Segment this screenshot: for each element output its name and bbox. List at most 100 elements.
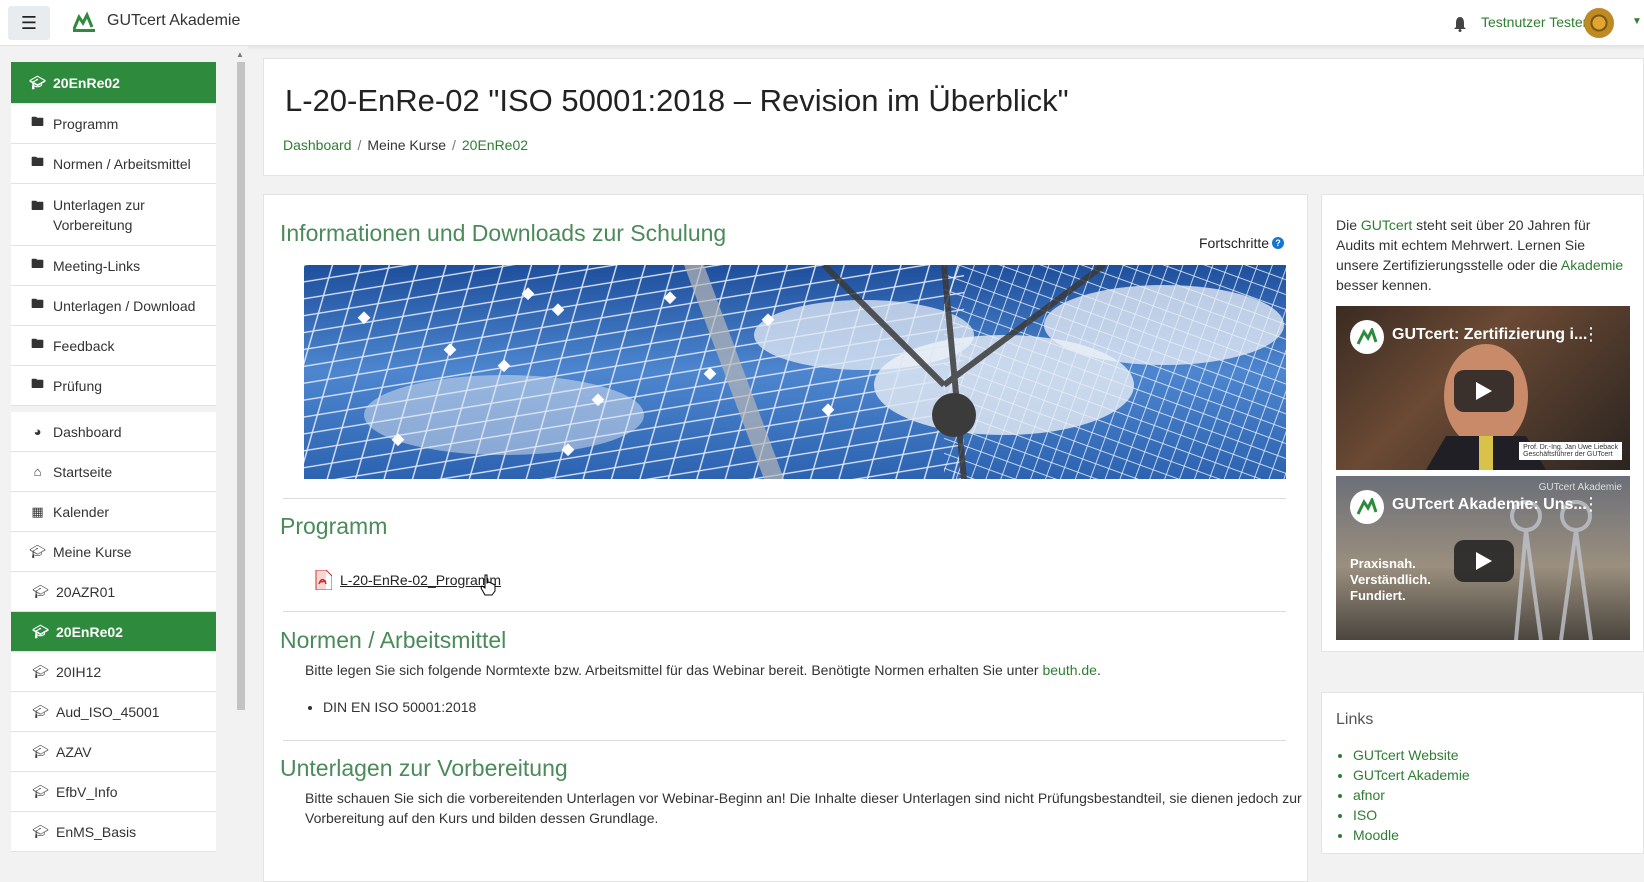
about-text-part: Die <box>1336 217 1361 233</box>
sidebar-course-item[interactable]: 🎓︎ 20AZR01 <box>11 572 216 612</box>
video-title[interactable]: GUTcert: Zertifizierung i... <box>1392 326 1587 344</box>
video-overlay-text: Praxisnah. Verständlich. Fundiert. <box>1350 556 1431 604</box>
link-gutcert-website[interactable]: GUTcert Website <box>1353 747 1459 763</box>
sidebar-item-label: Prüfung <box>53 377 103 394</box>
sidebar-item-dashboard[interactable]: ◕ Dashboard <box>11 412 216 452</box>
main-nav: ◕ Dashboard ⌂ Startseite ▦ Kalender 🎓︎ M… <box>11 412 216 852</box>
programm-file-link[interactable]: L-20-EnRe-02_Programm <box>340 572 501 588</box>
video-embed[interactable]: GUTcert: Zertifizierung i... ⋮ Prof. Dr.… <box>1336 306 1630 470</box>
sidebar-item-unterlagen-vorbereitung[interactable]: 🖿︎ Unterlagen zur Vorbereitung <box>11 184 216 246</box>
play-icon <box>1476 382 1492 400</box>
akademie-link[interactable]: Akademie <box>1561 257 1623 273</box>
breadcrumb: Dashboard / Meine Kurse / 20EnRe02 <box>283 137 528 153</box>
help-icon[interactable]: ? <box>1272 237 1285 249</box>
folder-icon: 🖿︎ <box>30 153 44 169</box>
course-content: Informationen und Downloads zur Schulung… <box>263 194 1308 882</box>
sidebar-item-normen[interactable]: 🖿︎ Normen / Arbeitsmittel <box>11 144 216 184</box>
link-moodle[interactable]: Moodle <box>1353 827 1399 843</box>
brand-logo[interactable] <box>70 11 98 35</box>
sidebar-item-meeting-links[interactable]: 🖿︎ Meeting-Links <box>11 246 216 286</box>
breadcrumb-separator: / <box>451 137 456 153</box>
progress-label: Fortschritte ? <box>1199 235 1285 251</box>
user-name[interactable]: Testnutzer Testen <box>1481 14 1590 30</box>
section-title-normen: Normen / Arbeitsmittel <box>280 627 507 653</box>
play-button[interactable] <box>1454 540 1514 582</box>
sidebar-item-startseite[interactable]: ⌂ Startseite <box>11 452 216 492</box>
sidebar-item-programm[interactable]: 🖿︎ Programm <box>11 104 216 144</box>
more-vert-icon[interactable]: ⋮ <box>1582 324 1600 345</box>
sidebar-item-unterlagen-download[interactable]: 🖿︎ Unterlagen / Download <box>11 286 216 326</box>
sidebar-item-label: Unterlagen / Download <box>53 297 196 314</box>
video-embed[interactable]: GUTcert Akademie: Uns... ⋮ GUTcert Akade… <box>1336 476 1630 640</box>
sidebar-item-label: AZAV <box>56 743 92 760</box>
unterlagen-text: Bitte schauen Sie sich die vorbereitende… <box>305 788 1302 828</box>
sidebar-item-kalender[interactable]: ▦ Kalender <box>11 492 216 532</box>
sidebar-course-item[interactable]: 🎓︎ EnMS_Basis <box>11 812 216 852</box>
sidebar-item-pruefung[interactable]: 🖿︎ Prüfung <box>11 366 216 406</box>
channel-logo[interactable] <box>1350 320 1384 354</box>
breadcrumb-meine-kurse: Meine Kurse <box>367 137 446 153</box>
overlay-line: Fundiert. <box>1350 588 1406 603</box>
section-title-info: Informationen und Downloads zur Schulung <box>280 220 727 246</box>
sidebar-course-item[interactable]: 🎓︎ Aud_ISO_45001 <box>11 692 216 732</box>
normen-list: DIN EN ISO 50001:2018 <box>305 699 476 715</box>
video-title[interactable]: GUTcert Akademie: Uns... <box>1392 496 1587 514</box>
overlay-line: Verständlich. <box>1350 572 1431 587</box>
sidebar-course-item[interactable]: 🎓︎ EfbV_Info <box>11 772 216 812</box>
play-button[interactable] <box>1454 370 1514 412</box>
sidebar-item-label: Aud_ISO_45001 <box>56 703 160 720</box>
sidebar-item-label: Feedback <box>53 337 115 354</box>
sidebar-course-header[interactable]: 🎓︎ 20EnRe02 <box>11 62 216 104</box>
video-caption-name: Prof. Dr.-Ing. Jan Uwe Lieback <box>1523 444 1618 451</box>
link-iso[interactable]: ISO <box>1353 807 1377 823</box>
links-block: Links GUTcert Website GUTcert Akademie a… <box>1321 692 1644 854</box>
link-gutcert-akademie[interactable]: GUTcert Akademie <box>1353 767 1470 783</box>
top-navbar: ☰ GUTcert Akademie Testnutzer Testen ▼ <box>0 0 1644 46</box>
beuth-link[interactable]: beuth.de <box>1042 662 1097 678</box>
sidebar-item-label: EnMS_Basis <box>56 823 137 840</box>
channel-logo[interactable] <box>1350 490 1384 524</box>
avatar[interactable] <box>1584 8 1614 38</box>
brand-name[interactable]: GUTcert Akademie <box>107 12 240 30</box>
graduation-cap-icon: 🎓︎ <box>29 543 46 559</box>
gutcert-logo-icon <box>1356 498 1378 515</box>
sidebar-item-meine-kurse[interactable]: 🎓︎ Meine Kurse <box>11 532 216 572</box>
sidebar-item-label: Meeting-Links <box>53 257 141 274</box>
link-afnor[interactable]: afnor <box>1353 787 1385 803</box>
video-caption: Prof. Dr.-Ing. Jan Uwe Lieback Geschäfts… <box>1519 442 1622 460</box>
graduation-cap-icon: 🎓︎ <box>32 583 49 599</box>
sidebar-course-item[interactable]: 🎓︎ 20IH12 <box>11 652 216 692</box>
list-item: ISO <box>1353 805 1470 825</box>
graduation-cap-icon: 🎓︎ <box>32 623 49 639</box>
file-link[interactable]: L-20-EnRe-02_Programm <box>314 570 501 590</box>
caret-down-icon[interactable]: ▼ <box>1632 16 1642 27</box>
folder-icon: 🖿︎ <box>30 198 44 213</box>
graduation-cap-icon: 🎓︎ <box>32 703 49 719</box>
pdf-file-icon <box>315 570 332 590</box>
list-item: afnor <box>1353 785 1470 805</box>
gutcert-link[interactable]: GUTcert <box>1361 217 1412 233</box>
sidebar-course-item[interactable]: 🎓︎ AZAV <box>11 732 216 772</box>
graduation-cap-icon: 🎓︎ <box>32 743 49 759</box>
sidebar-scrollbar-thumb[interactable] <box>237 62 245 710</box>
bell-icon[interactable] <box>1453 16 1467 32</box>
sidebar-course-item-active[interactable]: 🎓︎ 20EnRe02 <box>11 612 216 652</box>
course-sections-nav: 🎓︎ 20EnRe02 🖿︎ Programm 🖿︎ Normen / Arbe… <box>11 62 216 406</box>
gutcert-logo-icon <box>1356 328 1378 345</box>
breadcrumb-dashboard[interactable]: Dashboard <box>283 137 352 153</box>
sidebar-item-label: 20EnRe02 <box>53 74 120 91</box>
more-vert-icon[interactable]: ⋮ <box>1582 494 1600 515</box>
section-title-unterlagen: Unterlagen zur Vorbereitung <box>280 755 568 781</box>
list-item: Moodle <box>1353 825 1470 845</box>
about-text-part: besser kennen. <box>1336 277 1432 293</box>
calendar-icon: ▦ <box>31 503 44 519</box>
sidebar-item-feedback[interactable]: 🖿︎ Feedback <box>11 326 216 366</box>
links-title: Links <box>1336 711 1374 728</box>
video-caption-role: Geschäftsführer der GUTcert <box>1523 451 1613 458</box>
hamburger-icon[interactable]: ☰ <box>8 6 50 40</box>
page-header: L-20-EnRe-02 "ISO 50001:2018 – Revision … <box>263 58 1644 176</box>
sidebar-item-label: 20EnRe02 <box>56 623 123 640</box>
unterlagen-text-line-1: Bitte schauen Sie sich die vorbereitende… <box>305 790 1302 806</box>
breadcrumb-course[interactable]: 20EnRe02 <box>462 137 528 153</box>
scroll-up-arrow-icon[interactable]: ▲ <box>236 50 244 59</box>
